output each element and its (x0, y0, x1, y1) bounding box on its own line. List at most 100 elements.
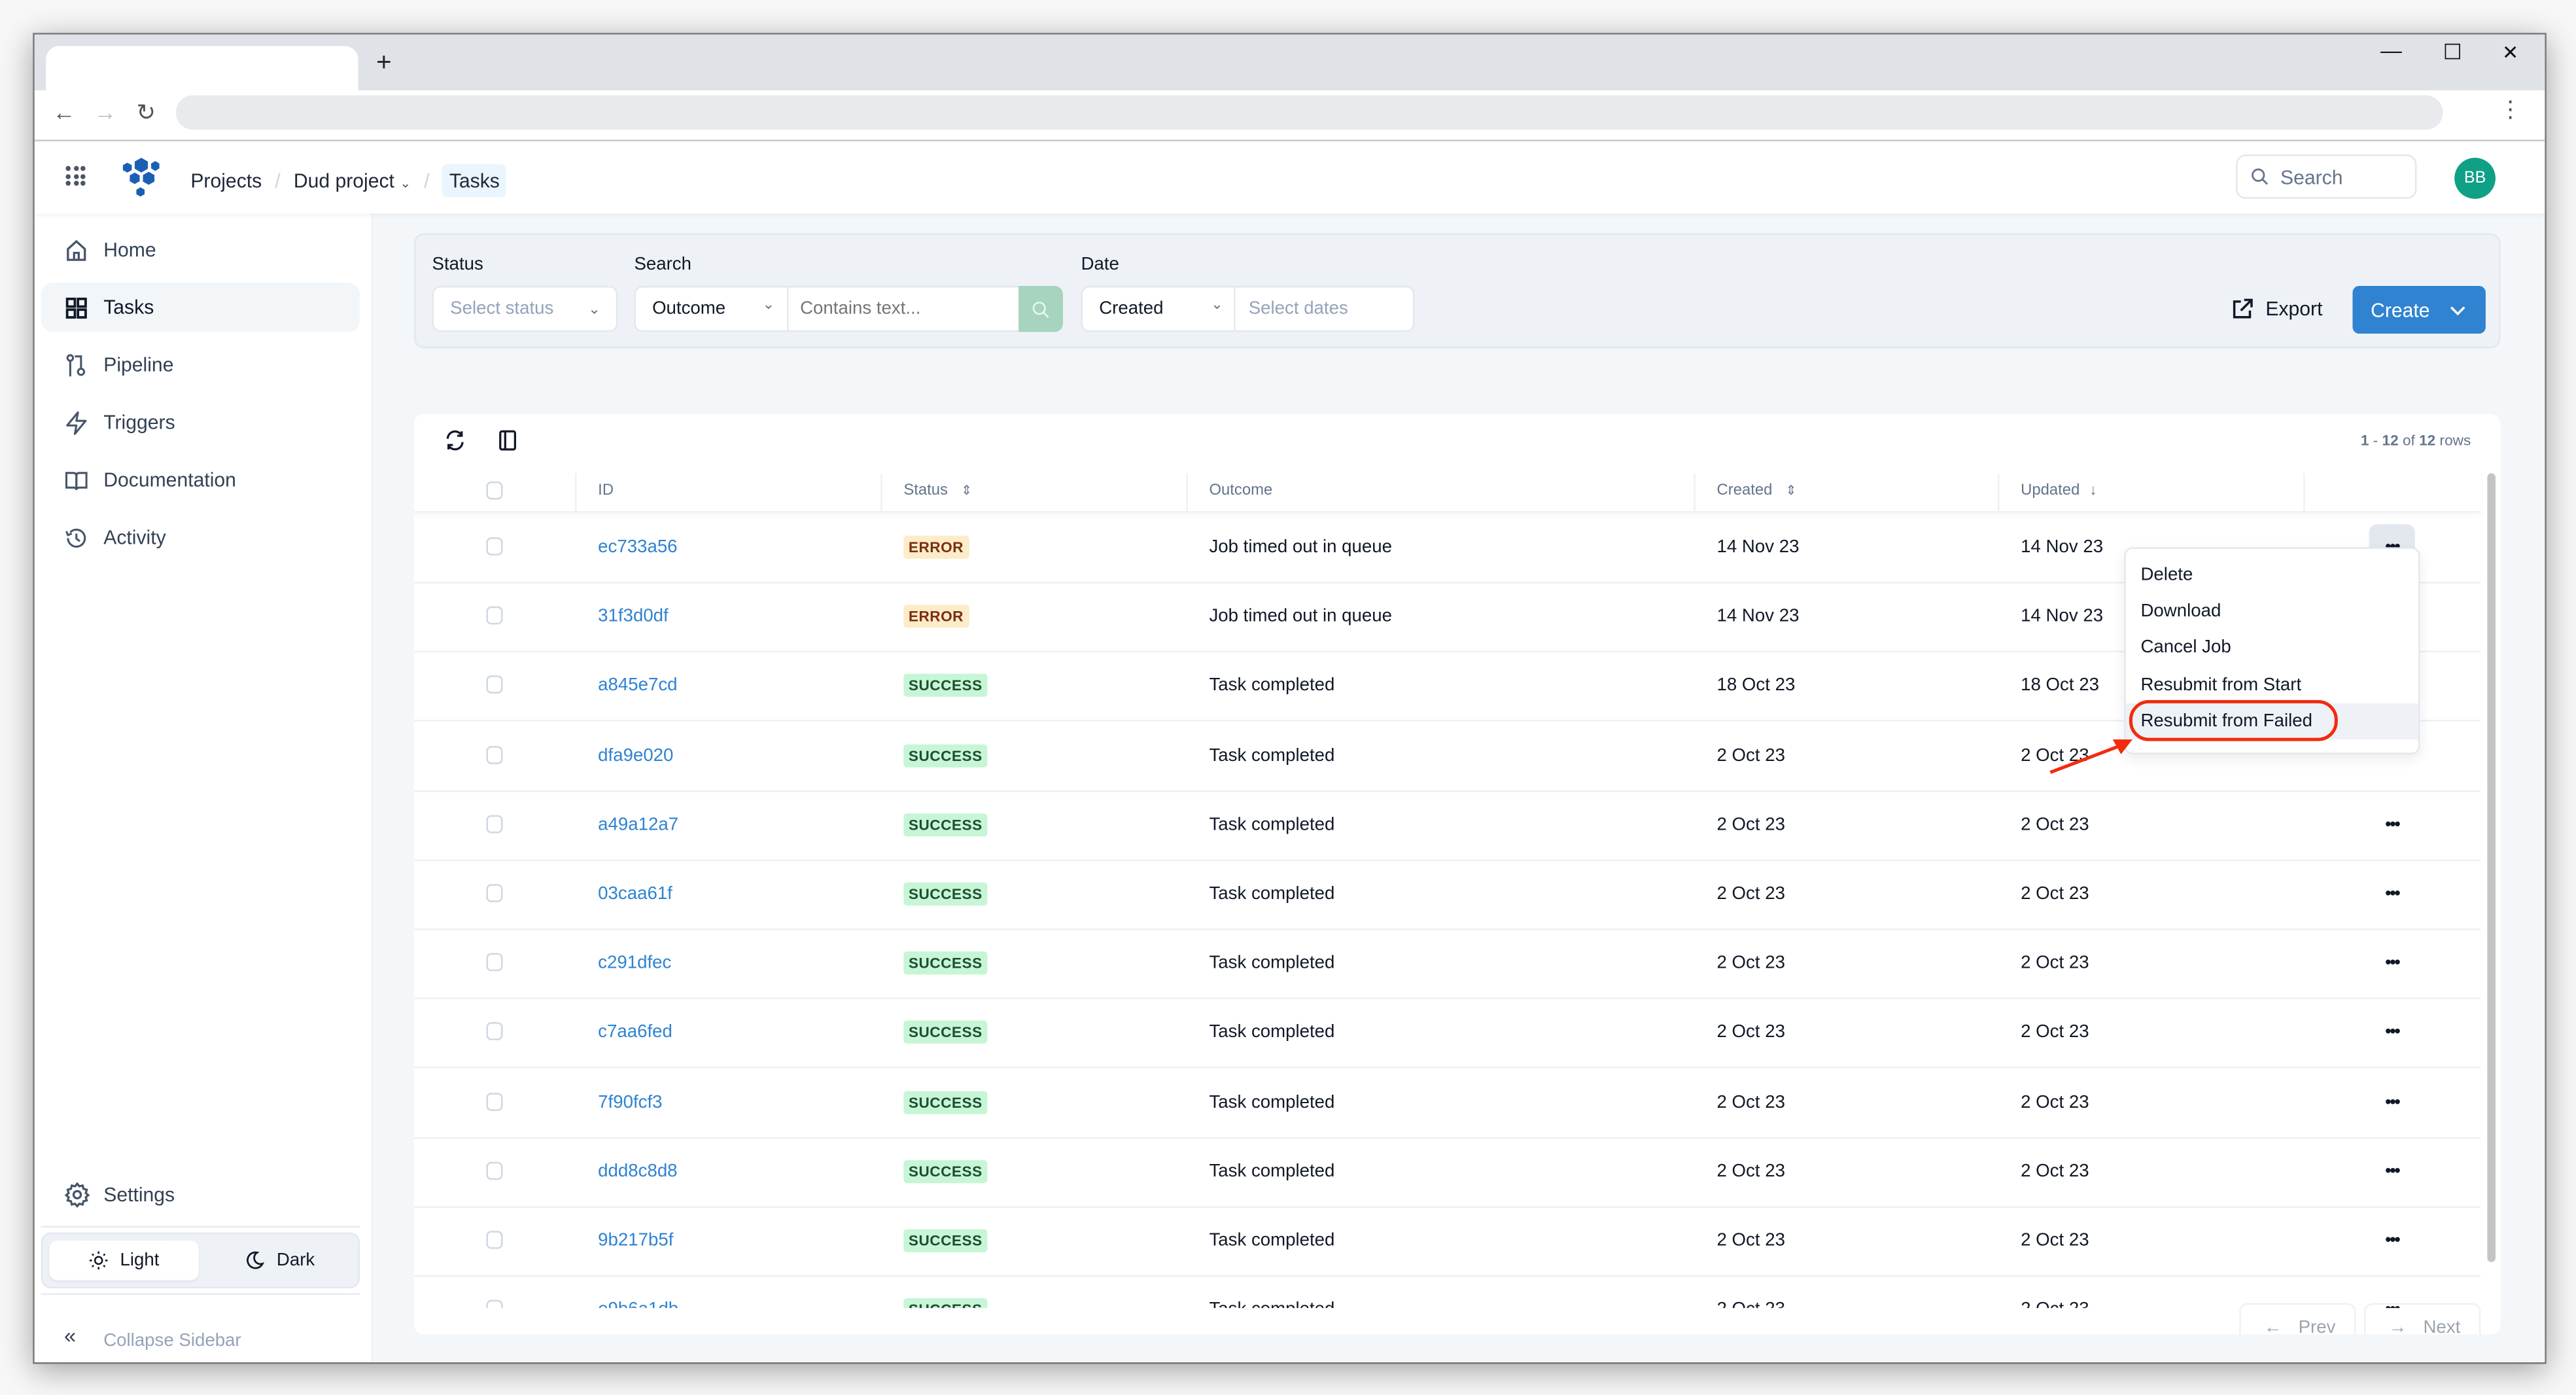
row-actions-button[interactable]: ••• (2369, 871, 2415, 917)
vertical-scrollbar[interactable] (2487, 473, 2496, 1262)
address-bar[interactable] (175, 95, 2443, 130)
status-badge: SUCCESS (903, 674, 988, 698)
breadcrumb-projects[interactable]: Projects (190, 169, 262, 192)
row-actions-button[interactable]: ••• (2369, 1010, 2415, 1055)
avatar[interactable]: BB (2454, 158, 2496, 199)
menu-item-download[interactable]: Download (2126, 593, 2418, 629)
theme-dark-label: Dark (276, 1250, 315, 1271)
row-actions-button[interactable]: ••• (2369, 1148, 2415, 1194)
breadcrumb-project-label: Dud project (293, 169, 394, 192)
sidebar-item-label: Activity (103, 525, 166, 549)
updated-date: 14 Nov 23 (2021, 607, 2104, 627)
browser-tab[interactable] (46, 46, 358, 91)
menu-item-resubmit-start[interactable]: Resubmit from Start (2126, 667, 2418, 703)
row-checkbox[interactable] (486, 1231, 503, 1249)
search-filter-label: Search (634, 255, 691, 275)
table-row[interactable]: e9b6a1db SUCCESS Task completed 2 Oct 23 2 O… (414, 1275, 2480, 1309)
row-checkbox[interactable] (486, 884, 503, 902)
table-row[interactable]: ddd8c8d8 SUCCESS Task completed 2 Oct 23 2 O… (413, 1137, 2481, 1208)
close-button[interactable]: ✕ (2502, 41, 2518, 64)
row-checkbox[interactable] (486, 1092, 503, 1110)
sidebar-item-home[interactable]: Home (41, 225, 360, 274)
table-row[interactable]: c291dfec SUCCESS Task completed 2 Oct 23 2 O… (413, 928, 2481, 1000)
task-id-link[interactable]: e9b6a1db (598, 1300, 678, 1308)
browser-menu-icon[interactable]: ⋮ (2499, 96, 2522, 124)
task-id-link[interactable]: 03caa61f (598, 884, 672, 904)
forward-icon[interactable]: → (94, 99, 116, 125)
create-button[interactable]: Create (2352, 286, 2486, 334)
table-row[interactable]: 7f90fcf3 SUCCESS Task completed 2 Oct 23 2 O… (413, 1067, 2481, 1139)
task-id-link[interactable]: a49a12a7 (598, 815, 678, 834)
annotation-highlight-ring (2129, 699, 2338, 741)
table-row[interactable]: 9b217b5f SUCCESS Task completed 2 Oct 23 2 O… (413, 1206, 2481, 1277)
row-checkbox[interactable] (486, 1300, 503, 1309)
menu-item-cancel-job[interactable]: Cancel Job (2126, 629, 2418, 665)
new-tab-button[interactable]: + (376, 49, 391, 79)
sidebar-item-documentation[interactable]: Documentation (41, 455, 360, 504)
row-checkbox[interactable] (486, 676, 503, 694)
theme-toggle: Light Dark (41, 1232, 360, 1289)
sidebar-item-triggers[interactable]: Triggers (41, 398, 360, 447)
row-actions-button[interactable]: ••• (2369, 1218, 2415, 1263)
global-search-input[interactable]: Search (2236, 154, 2417, 199)
search-text-input[interactable] (788, 289, 1030, 329)
arrow-left-icon: ← (2263, 1318, 2282, 1335)
created-date: 18 Oct 23 (1716, 676, 1796, 696)
task-id-link[interactable]: 9b217b5f (598, 1231, 673, 1250)
grid-icon (65, 296, 87, 318)
date-range-input[interactable]: Select dates (1249, 299, 1348, 319)
task-id-link[interactable]: dfa9e020 (598, 745, 673, 765)
maximize-button[interactable]: ☐ (2443, 39, 2462, 65)
task-id-link[interactable]: ddd8c8d8 (598, 1161, 677, 1181)
table-row[interactable]: c7aa6fed SUCCESS Task completed 2 Oct 23 2 O… (413, 998, 2481, 1069)
date-field-group: Created ⌄ Select dates (1081, 286, 1415, 332)
search-field-group: Outcome ⌄ (634, 286, 1030, 332)
row-checkbox[interactable] (486, 745, 503, 764)
reload-icon[interactable]: ↻ (136, 99, 155, 127)
row-checkbox[interactable] (486, 1023, 503, 1041)
browser-toolbar: ← → ↻ ⋮ (34, 90, 2545, 141)
created-date: 2 Oct 23 (1716, 884, 1785, 904)
task-id-link[interactable]: c291dfec (598, 953, 671, 973)
task-id-link[interactable]: c7aa6fed (598, 1023, 672, 1042)
prev-page-button[interactable]: ← Prev (2239, 1303, 2356, 1335)
breadcrumb-tasks[interactable]: Tasks (442, 164, 506, 198)
next-page-button[interactable]: → Next (2364, 1303, 2481, 1335)
outcome-text: Task completed (1209, 1023, 1335, 1043)
row-actions-button[interactable]: ••• (2369, 802, 2415, 847)
task-id-link[interactable]: a845e7cd (598, 676, 677, 696)
search-field-value: Outcome (652, 299, 726, 319)
minimize-button[interactable]: — (2380, 38, 2402, 63)
search-icon (2252, 168, 2269, 185)
task-id-link[interactable]: ec733a56 (598, 537, 677, 557)
row-checkbox[interactable] (486, 1161, 503, 1180)
date-field-select[interactable]: Created ⌄ (1083, 288, 1234, 330)
breadcrumb-project[interactable]: Dud project ⌄ (294, 169, 411, 192)
row-checkbox[interactable] (486, 953, 503, 972)
sidebar-item-pipeline[interactable]: Pipeline (41, 340, 360, 389)
sidebar-item-settings[interactable]: Settings (41, 1170, 360, 1219)
row-checkbox[interactable] (486, 537, 503, 556)
status-select[interactable]: Select status ⌄ (432, 286, 618, 332)
menu-item-delete[interactable]: Delete (2126, 557, 2418, 593)
sidebar-item-label: Triggers (103, 410, 175, 434)
sidebar-item-label: Settings (103, 1183, 175, 1207)
task-id-link[interactable]: 31f3d0df (598, 607, 669, 626)
row-checkbox[interactable] (486, 815, 503, 833)
row-actions-button[interactable]: ••• (2369, 940, 2415, 986)
search-submit-button[interactable] (1018, 286, 1063, 332)
table-row[interactable]: 03caa61f SUCCESS Task completed 2 Oct 23 2 O… (413, 860, 2481, 930)
theme-dark-button[interactable]: Dark (205, 1241, 355, 1280)
row-actions-button[interactable]: ••• (2369, 1079, 2415, 1125)
app-launcher-icon[interactable] (65, 166, 86, 186)
sidebar-item-activity[interactable]: Activity (41, 513, 360, 562)
theme-light-button[interactable]: Light (49, 1241, 199, 1280)
task-id-link[interactable]: 7f90fcf3 (598, 1092, 662, 1112)
search-field-select[interactable]: Outcome ⌄ (636, 288, 787, 330)
row-checkbox[interactable] (486, 607, 503, 625)
sidebar-item-tasks[interactable]: Tasks (41, 282, 360, 332)
double-chevron-left-icon: « (63, 1322, 77, 1348)
back-icon[interactable]: ← (52, 99, 75, 125)
table-row[interactable]: a49a12a7 SUCCESS Task completed 2 Oct 23 2 O… (413, 790, 2481, 861)
export-button[interactable]: Export (2231, 298, 2322, 321)
